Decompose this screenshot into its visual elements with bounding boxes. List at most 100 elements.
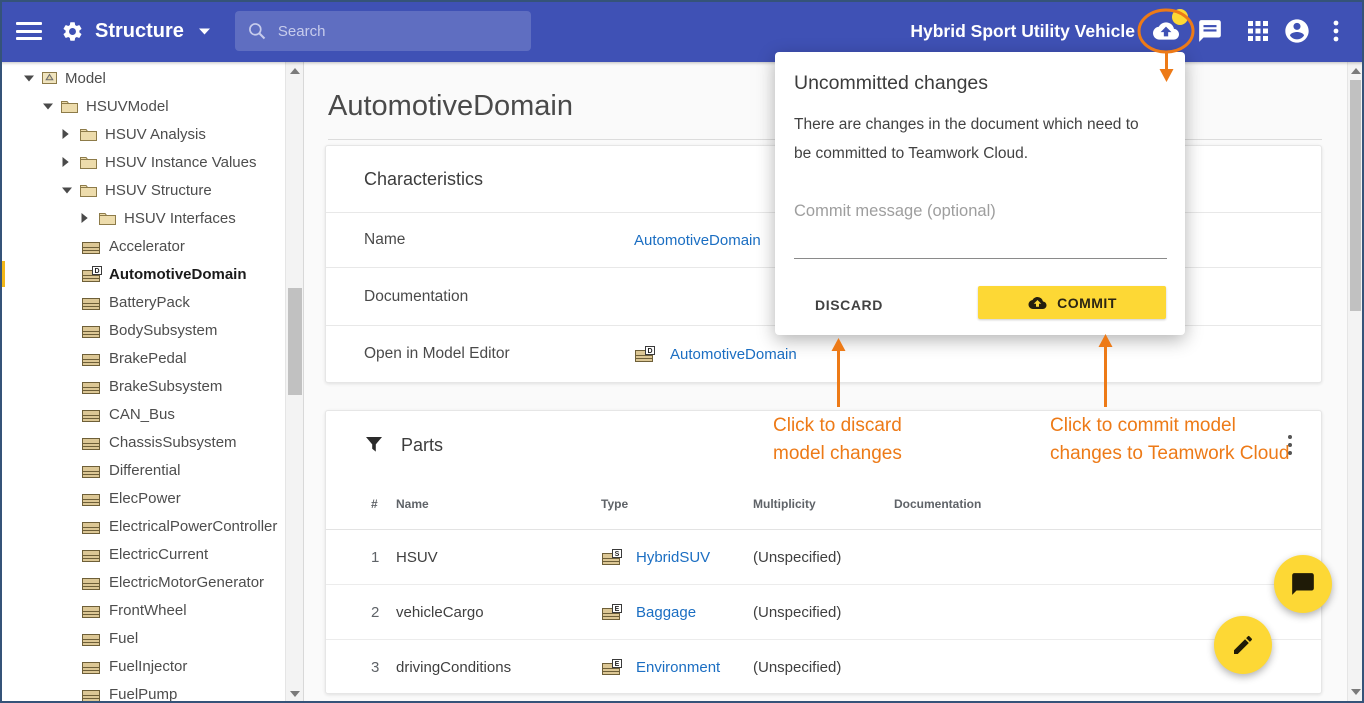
parts-table-row: 2vehicleCargoEBaggage(Unspecified) <box>326 584 1321 639</box>
part-type-link[interactable]: Baggage <box>636 604 696 621</box>
comments-fab[interactable] <box>1274 555 1332 613</box>
tree-item-ElecPower[interactable]: ElecPower <box>0 484 285 512</box>
folder-icon <box>79 183 98 198</box>
edit-fab[interactable] <box>1214 616 1272 674</box>
tree-item-label: HSUV Structure <box>105 182 212 199</box>
search-input[interactable]: Search <box>235 11 531 51</box>
block-icon <box>81 462 102 479</box>
tree-item-Fuel[interactable]: Fuel <box>0 624 285 652</box>
commit-message-input[interactable]: Commit message (optional) <box>794 202 1167 259</box>
part-multiplicity: (Unspecified) <box>753 659 894 676</box>
uncommitted-changes-button[interactable] <box>1146 11 1186 51</box>
parts-column-header: Multiplicity <box>753 497 894 511</box>
part-number: 3 <box>371 659 396 676</box>
caret-down-icon[interactable] <box>24 75 41 82</box>
tree-item-label: BrakePedal <box>109 350 187 367</box>
tree-item-HSUVModel[interactable]: HSUVModel <box>0 92 285 120</box>
caret-down-icon[interactable] <box>43 103 60 110</box>
tree-item-HSUV Instance Values[interactable]: HSUV Instance Values <box>0 148 285 176</box>
tree-item-label: HSUV Analysis <box>105 126 206 143</box>
commit-message-placeholder: Commit message (optional) <box>794 202 996 220</box>
tree-item-ElectricMotorGenerator[interactable]: ElectricMotorGenerator <box>0 568 285 596</box>
feedback-button[interactable] <box>1190 11 1230 51</box>
tree-item-ElectricalPowerController[interactable]: ElectricalPowerController <box>0 512 285 540</box>
characteristic-value-text[interactable]: AutomotiveDomain <box>670 346 797 363</box>
parts-table-header: #NameTypeMultiplicityDocumentation <box>326 479 1321 530</box>
tree-item-HSUV Interfaces[interactable]: HSUV Interfaces <box>0 204 285 232</box>
commit-button[interactable]: COMMIT <box>978 286 1166 319</box>
svg-text:E: E <box>615 661 620 668</box>
more-options-button[interactable] <box>1322 11 1350 51</box>
tree-item-label: BrakeSubsystem <box>109 378 222 395</box>
block-icon <box>81 686 102 703</box>
input-underline <box>794 258 1167 259</box>
svg-text:S: S <box>615 551 620 558</box>
comment-icon <box>1290 571 1316 597</box>
parts-menu-button[interactable] <box>1281 435 1299 455</box>
part-multiplicity: (Unspecified) <box>753 604 894 621</box>
tree-item-label: HSUV Instance Values <box>105 154 256 171</box>
model-tree-panel: ModelHSUVModel HSUV Analysis HSUV Instance… <box>0 62 304 703</box>
scroll-down-arrow-icon[interactable] <box>1351 689 1361 695</box>
block-icon <box>81 350 102 367</box>
tree-item-BatteryPack[interactable]: BatteryPack <box>0 288 285 316</box>
tree-item-ElectricCurrent[interactable]: ElectricCurrent <box>0 540 285 568</box>
block-icon <box>81 574 102 591</box>
filter-funnel-icon[interactable] <box>364 435 384 455</box>
tree-item-CAN_Bus[interactable]: CAN_Bus <box>0 400 285 428</box>
block-icon <box>81 322 102 339</box>
tree-item-label: Fuel <box>109 630 138 647</box>
tree-item-Accelerator[interactable]: Accelerator <box>0 232 285 260</box>
tree-item-label: ElectricalPowerController <box>109 518 277 535</box>
tree-item-Model[interactable]: Model <box>0 64 285 92</box>
apps-grid-button[interactable] <box>1238 11 1278 51</box>
gear-icon[interactable] <box>61 20 84 43</box>
part-type: S HybridSUV <box>601 549 753 566</box>
caret-down-icon[interactable] <box>62 187 79 194</box>
tree-item-label: CAN_Bus <box>109 406 175 423</box>
part-type-link[interactable]: HybridSUV <box>636 549 710 566</box>
tree-item-FuelInjector[interactable]: FuelInjector <box>0 652 285 680</box>
tree-item-BrakeSubsystem[interactable]: BrakeSubsystem <box>0 372 285 400</box>
tree-item-AutomotiveDomain[interactable]: DAutomotiveDomain <box>0 260 285 288</box>
folder-icon <box>98 211 117 226</box>
tree-item-HSUV Analysis[interactable]: HSUV Analysis <box>0 120 285 148</box>
part-type-link[interactable]: Environment <box>636 659 720 676</box>
block-icon <box>81 406 102 423</box>
svg-text:E: E <box>615 606 620 613</box>
scroll-down-arrow-icon[interactable] <box>290 691 300 697</box>
main-scrollbar-thumb[interactable] <box>1350 80 1361 311</box>
tree-item-ChassisSubsystem[interactable]: ChassisSubsystem <box>0 428 285 456</box>
tree-item-HSUV Structure[interactable]: HSUV Structure <box>0 176 285 204</box>
tree-item-label: BatteryPack <box>109 294 190 311</box>
part-type: E Baggage <box>601 604 753 621</box>
tree-scrollbar-thumb[interactable] <box>288 288 302 395</box>
hamburger-menu-icon[interactable] <box>16 22 42 40</box>
block-icon <box>81 630 102 647</box>
tree-item-Differential[interactable]: Differential <box>0 456 285 484</box>
scroll-up-arrow-icon[interactable] <box>1351 68 1361 74</box>
caret-right-icon[interactable] <box>81 213 98 223</box>
block-icon <box>81 658 102 675</box>
folder-icon <box>60 99 79 114</box>
characteristic-value-text[interactable]: AutomotiveDomain <box>634 232 761 249</box>
section-title[interactable]: Structure <box>95 20 184 43</box>
caret-right-icon[interactable] <box>62 157 79 167</box>
account-button[interactable] <box>1277 11 1317 51</box>
chevron-down-icon[interactable] <box>199 28 210 35</box>
tree-item-BodySubsystem[interactable]: BodySubsystem <box>0 316 285 344</box>
block-icon: D <box>634 346 655 363</box>
parts-column-header: # <box>371 497 396 511</box>
caret-right-icon[interactable] <box>62 129 79 139</box>
tree-item-FuelPump[interactable]: FuelPump <box>0 680 285 703</box>
popup-message-line: There are changes in the document which … <box>794 110 1139 139</box>
tree-item-FrontWheel[interactable]: FrontWheel <box>0 596 285 624</box>
scroll-up-arrow-icon[interactable] <box>290 68 300 74</box>
main-scrollbar[interactable] <box>1347 62 1363 701</box>
chat-icon <box>1197 18 1223 44</box>
pencil-icon <box>1231 633 1255 657</box>
tree-scrollbar[interactable] <box>285 62 304 703</box>
block-icon <box>81 238 102 255</box>
discard-button[interactable]: DISCARD <box>799 288 899 321</box>
tree-item-BrakePedal[interactable]: BrakePedal <box>0 344 285 372</box>
